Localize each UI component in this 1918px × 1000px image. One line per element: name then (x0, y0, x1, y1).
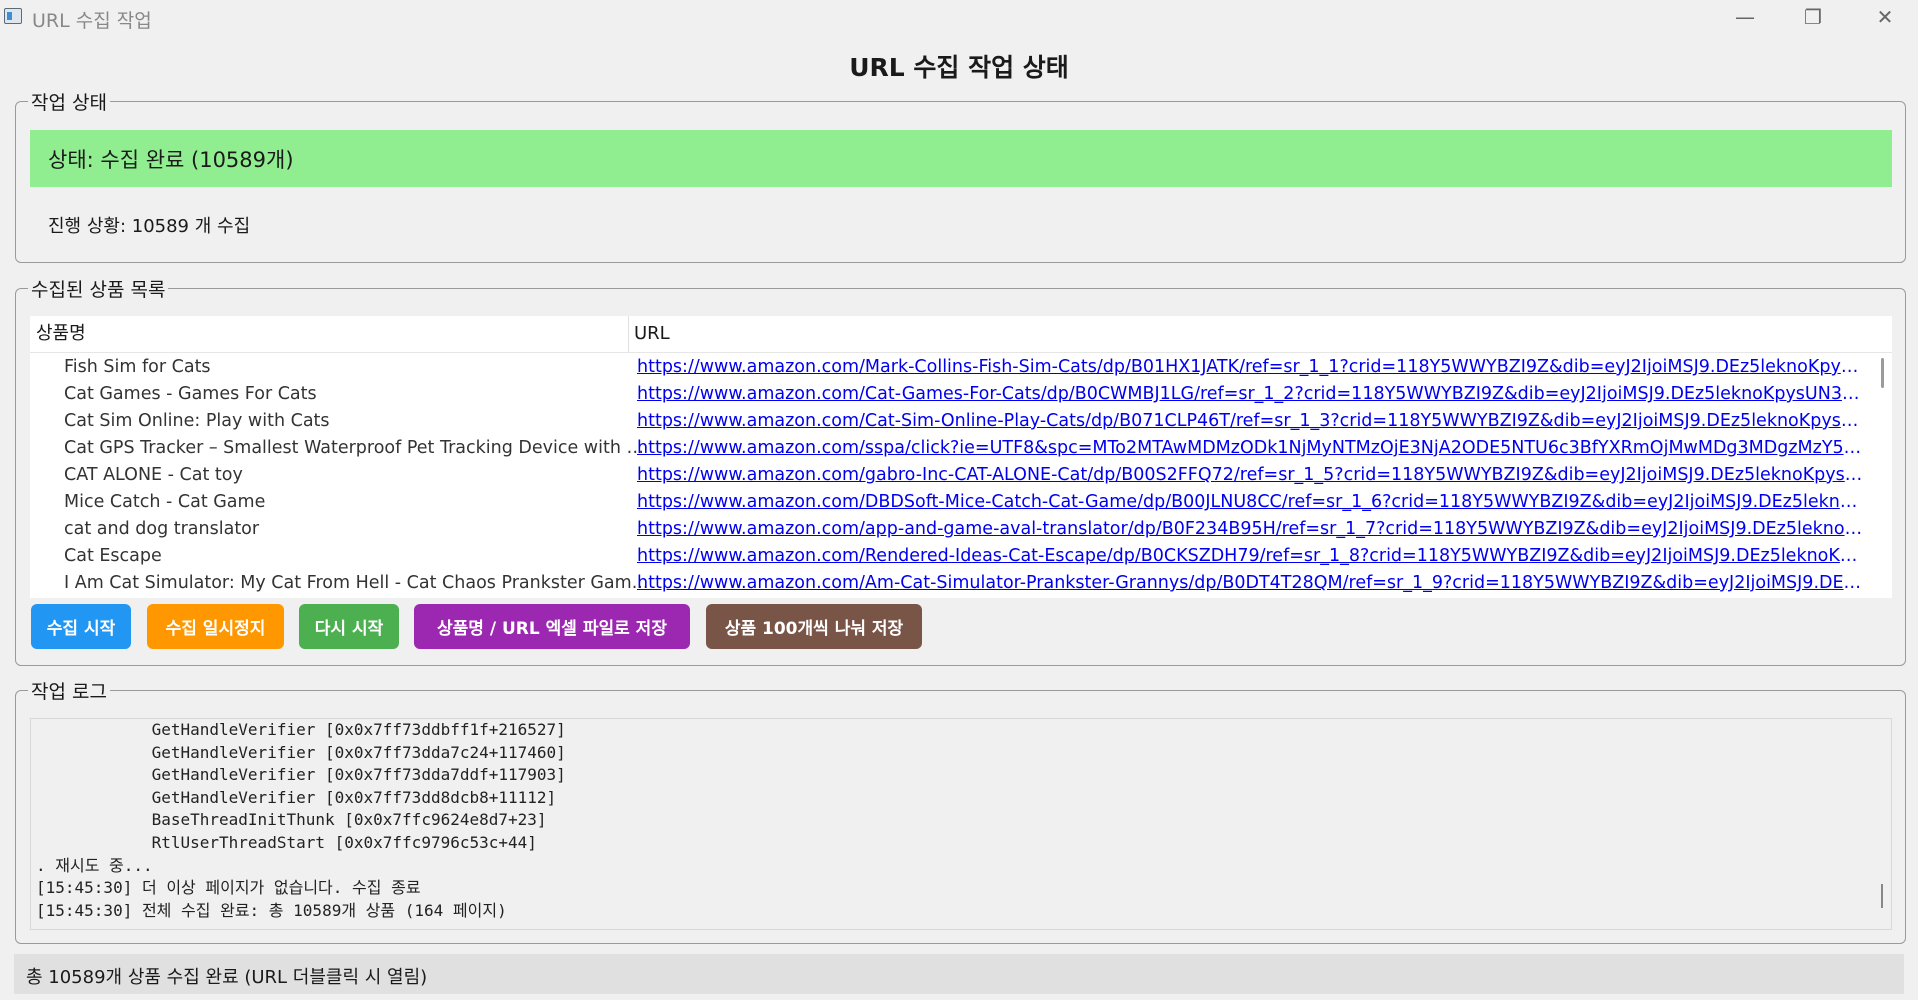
status-banner: 상태: 수집 완료 (10589개) (30, 130, 1892, 187)
log-group-legend: 작업 로그 (28, 677, 110, 704)
column-header-url[interactable]: URL (634, 316, 1892, 352)
table-row[interactable]: I Am Cat Simulator: My Cat From Hell - C… (30, 570, 1892, 597)
column-header-name[interactable]: 상품명 (36, 316, 629, 352)
product-name-cell: Cat Games - Games For Cats (64, 384, 317, 404)
product-url-link[interactable]: https://www.amazon.com/sspa/click?ie=UTF… (637, 435, 1865, 462)
product-url-link[interactable]: https://www.amazon.com/Mark-Collins-Fish… (637, 354, 1865, 381)
table-row[interactable]: cat and dog translator https://www.amazon… (30, 516, 1892, 543)
log-line: GetHandleVerifier [0x0x7ff73dd8dcb8+1111… (36, 787, 557, 807)
log-textarea[interactable]: GetHandleVerifier [0x0x7ff73ddbff1f+2165… (30, 718, 1892, 930)
progress-text: 진행 상황: 10589 개 수집 (48, 216, 251, 237)
log-line: . 재시도 중... (36, 855, 153, 875)
app-icon (4, 8, 22, 24)
product-url-link[interactable]: https://www.amazon.com/Cat-Games-For-Cat… (637, 381, 1865, 408)
product-name-cell: Fish Sim for Cats (64, 357, 211, 377)
table-scrollbar[interactable] (1881, 358, 1884, 388)
table-row[interactable]: Cat Sim Online: Play with Cats https://ww… (30, 408, 1892, 435)
table-body: Fish Sim for Cats https://www.amazon.com/… (30, 354, 1892, 597)
status-group: 작업 상태 상태: 수집 완료 (10589개) 진행 상황: 10589 개 … (15, 88, 1906, 263)
table-row[interactable]: Cat Games - Games For Cats https://www.am… (30, 381, 1892, 408)
status-bar: 총 10589개 상품 수집 완료 (URL 더블클릭 시 열림) (14, 954, 1904, 994)
log-line: GetHandleVerifier [0x0x7ff73ddbff1f+2165… (36, 720, 566, 739)
product-name-cell: Cat GPS Tracker – Smallest Waterproof Pe… (64, 438, 650, 458)
product-url-link[interactable]: https://www.amazon.com/Rendered-Ideas-Ca… (637, 543, 1865, 570)
window-title: URL 수집 작업 (32, 10, 152, 32)
products-group: 수집된 상품 목록 상품명 URL Fish Sim for Cats https… (15, 275, 1906, 666)
restart-button[interactable]: 다시 시작 (299, 604, 399, 649)
product-url-link[interactable]: https://www.amazon.com/Cat-Sim-Online-Pl… (637, 408, 1865, 435)
product-url-link[interactable]: https://www.amazon.com/Am-Cat-Simulator-… (637, 570, 1865, 597)
split-save-button[interactable]: 상품 100개씩 나눠 저장 (706, 604, 922, 649)
table-row[interactable]: CAT ALONE - Cat toy https://www.amazon.co… (30, 462, 1892, 489)
status-group-legend: 작업 상태 (28, 88, 110, 115)
product-name-cell: Cat Sim Online: Play with Cats (64, 411, 330, 431)
table-row[interactable]: Cat GPS Tracker – Smallest Waterproof Pe… (30, 435, 1892, 462)
log-line: GetHandleVerifier [0x0x7ff73dda7ddf+1179… (36, 765, 566, 785)
log-line: GetHandleVerifier [0x0x7ff73dda7c24+1174… (36, 742, 566, 762)
log-line: [15:45:30] 전체 수집 완료: 총 10589개 상품 (164 페이… (36, 900, 507, 920)
log-group: 작업 로그 GetHandleVerifier [0x0x7ff73ddbff1… (15, 677, 1906, 944)
status-text: 상태: 수집 완료 (10589개) (48, 148, 294, 172)
product-name-cell: Cat Escape (64, 546, 162, 566)
product-url-link[interactable]: https://www.amazon.com/gabro-Inc-CAT-ALO… (637, 462, 1865, 489)
product-name-cell: I Am Cat Simulator: My Cat From Hell - C… (64, 573, 649, 593)
log-scrollbar[interactable] (1881, 884, 1883, 908)
pause-collect-button[interactable]: 수집 일시정지 (147, 604, 284, 649)
title-bar: URL 수집 작업 — ❐ ✕ (0, 0, 1918, 34)
maximize-button[interactable]: ❐ (1778, 0, 1848, 34)
product-url-link[interactable]: https://www.amazon.com/app-and-game-aval… (637, 516, 1865, 543)
close-button[interactable]: ✕ (1850, 0, 1918, 34)
products-table[interactable]: 상품명 URL Fish Sim for Cats https://www.ama… (30, 316, 1892, 598)
save-excel-button[interactable]: 상품명 / URL 엑셀 파일로 저장 (414, 604, 690, 649)
products-group-legend: 수집된 상품 목록 (28, 275, 169, 302)
product-name-cell: Mice Catch - Cat Game (64, 492, 266, 512)
product-url-link[interactable]: https://www.amazon.com/DBDSoft-Mice-Catc… (637, 489, 1865, 516)
table-row[interactable]: Fish Sim for Cats https://www.amazon.com/… (30, 354, 1892, 381)
status-bar-text: 총 10589개 상품 수집 완료 (URL 더블클릭 시 열림) (26, 967, 428, 988)
table-row[interactable]: Mice Catch - Cat Game https://www.amazon.… (30, 489, 1892, 516)
product-name-cell: CAT ALONE - Cat toy (64, 465, 243, 485)
table-row[interactable]: Cat Escape https://www.amazon.com/Rendere… (30, 543, 1892, 570)
log-line: [15:45:30] 더 이상 페이지가 없습니다. 수집 종료 (36, 878, 421, 898)
product-name-cell: cat and dog translator (64, 519, 260, 539)
page-title: URL 수집 작업 상태 (849, 53, 1069, 82)
log-line: BaseThreadInitThunk [0x0x7ffc9624e8d7+23… (36, 810, 547, 830)
log-line: RtlUserThreadStart [0x0x7ffc9796c53c+44] (36, 832, 537, 852)
minimize-button[interactable]: — (1710, 0, 1780, 34)
start-collect-button[interactable]: 수집 시작 (31, 604, 131, 649)
table-header: 상품명 URL (30, 316, 1892, 353)
log-lines: GetHandleVerifier [0x0x7ff73ddbff1f+2165… (31, 719, 1891, 922)
